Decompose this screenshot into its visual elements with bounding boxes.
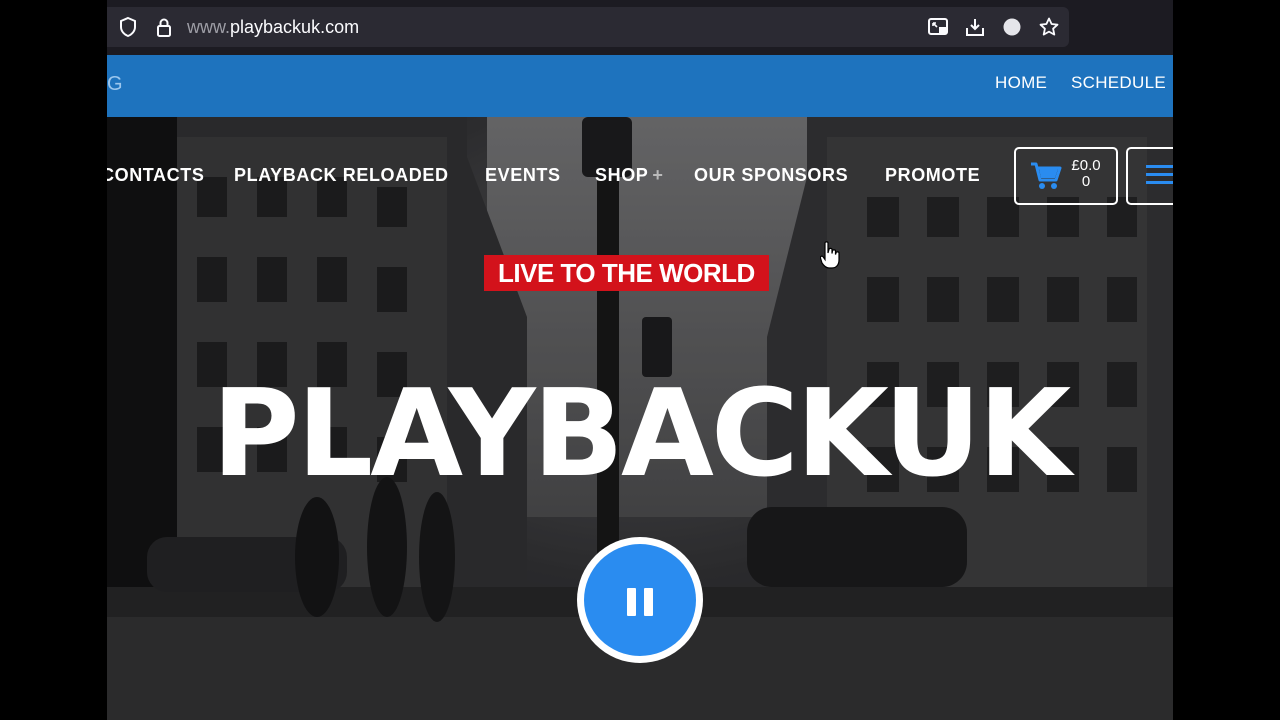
url-prefix: www. xyxy=(187,17,231,37)
browser-toolbar: www.playbackuk.com xyxy=(107,0,1173,55)
pause-icon-bar-left xyxy=(627,588,636,616)
url-text[interactable]: www.playbackuk.com xyxy=(187,16,359,38)
nav-shop[interactable]: SHOP + xyxy=(595,165,664,186)
nav-contacts[interactable]: CONTACTS xyxy=(107,165,204,186)
nav-promote[interactable]: PROMOTE xyxy=(885,165,980,186)
pause-icon-bar-right xyxy=(644,588,653,616)
shield-icon[interactable] xyxy=(117,16,139,38)
shop-plus-icon: + xyxy=(652,165,664,185)
lock-icon[interactable] xyxy=(153,16,175,38)
shopping-cart-icon xyxy=(1031,162,1062,189)
downloads-icon[interactable] xyxy=(964,16,986,38)
browser-window: www.playbackuk.com G HOME SCHEDULE CONTA… xyxy=(107,0,1173,720)
nav-events[interactable]: EVENTS xyxy=(485,165,561,186)
hero-title: PLAYBACKUK xyxy=(211,365,1071,504)
extension-icon[interactable] xyxy=(1001,16,1023,38)
hero-tagline: LIVE TO THE WORLD xyxy=(484,255,769,291)
menu-button[interactable] xyxy=(1126,147,1173,205)
nav-home[interactable]: HOME xyxy=(995,73,1047,93)
site-logo-fragment[interactable]: G xyxy=(107,73,123,96)
cart-total: £0.00 xyxy=(1071,157,1101,190)
address-bar[interactable]: www.playbackuk.com xyxy=(107,7,1069,47)
pause-button[interactable] xyxy=(577,537,703,663)
picture-in-picture-icon[interactable] xyxy=(927,16,949,38)
hero-section: CONTACTS PLAYBACK RELOADED EVENTS SHOP + … xyxy=(107,117,1173,720)
nav-our-sponsors[interactable]: OUR SPONSORS xyxy=(694,165,848,186)
site-top-bar: G HOME SCHEDULE xyxy=(107,55,1173,117)
hamburger-menu-icon xyxy=(1146,165,1173,184)
nav-shop-label: SHOP xyxy=(595,165,649,185)
nav-schedule[interactable]: SCHEDULE xyxy=(1071,73,1166,93)
bookmark-star-icon[interactable] xyxy=(1038,16,1060,38)
hand-cursor-icon xyxy=(820,241,840,269)
url-domain: playbackuk.com xyxy=(230,17,360,37)
pause-button-fill xyxy=(584,544,696,656)
cart-button[interactable]: £0.00 xyxy=(1014,147,1118,205)
nav-playback-reloaded[interactable]: PLAYBACK RELOADED xyxy=(234,165,449,186)
